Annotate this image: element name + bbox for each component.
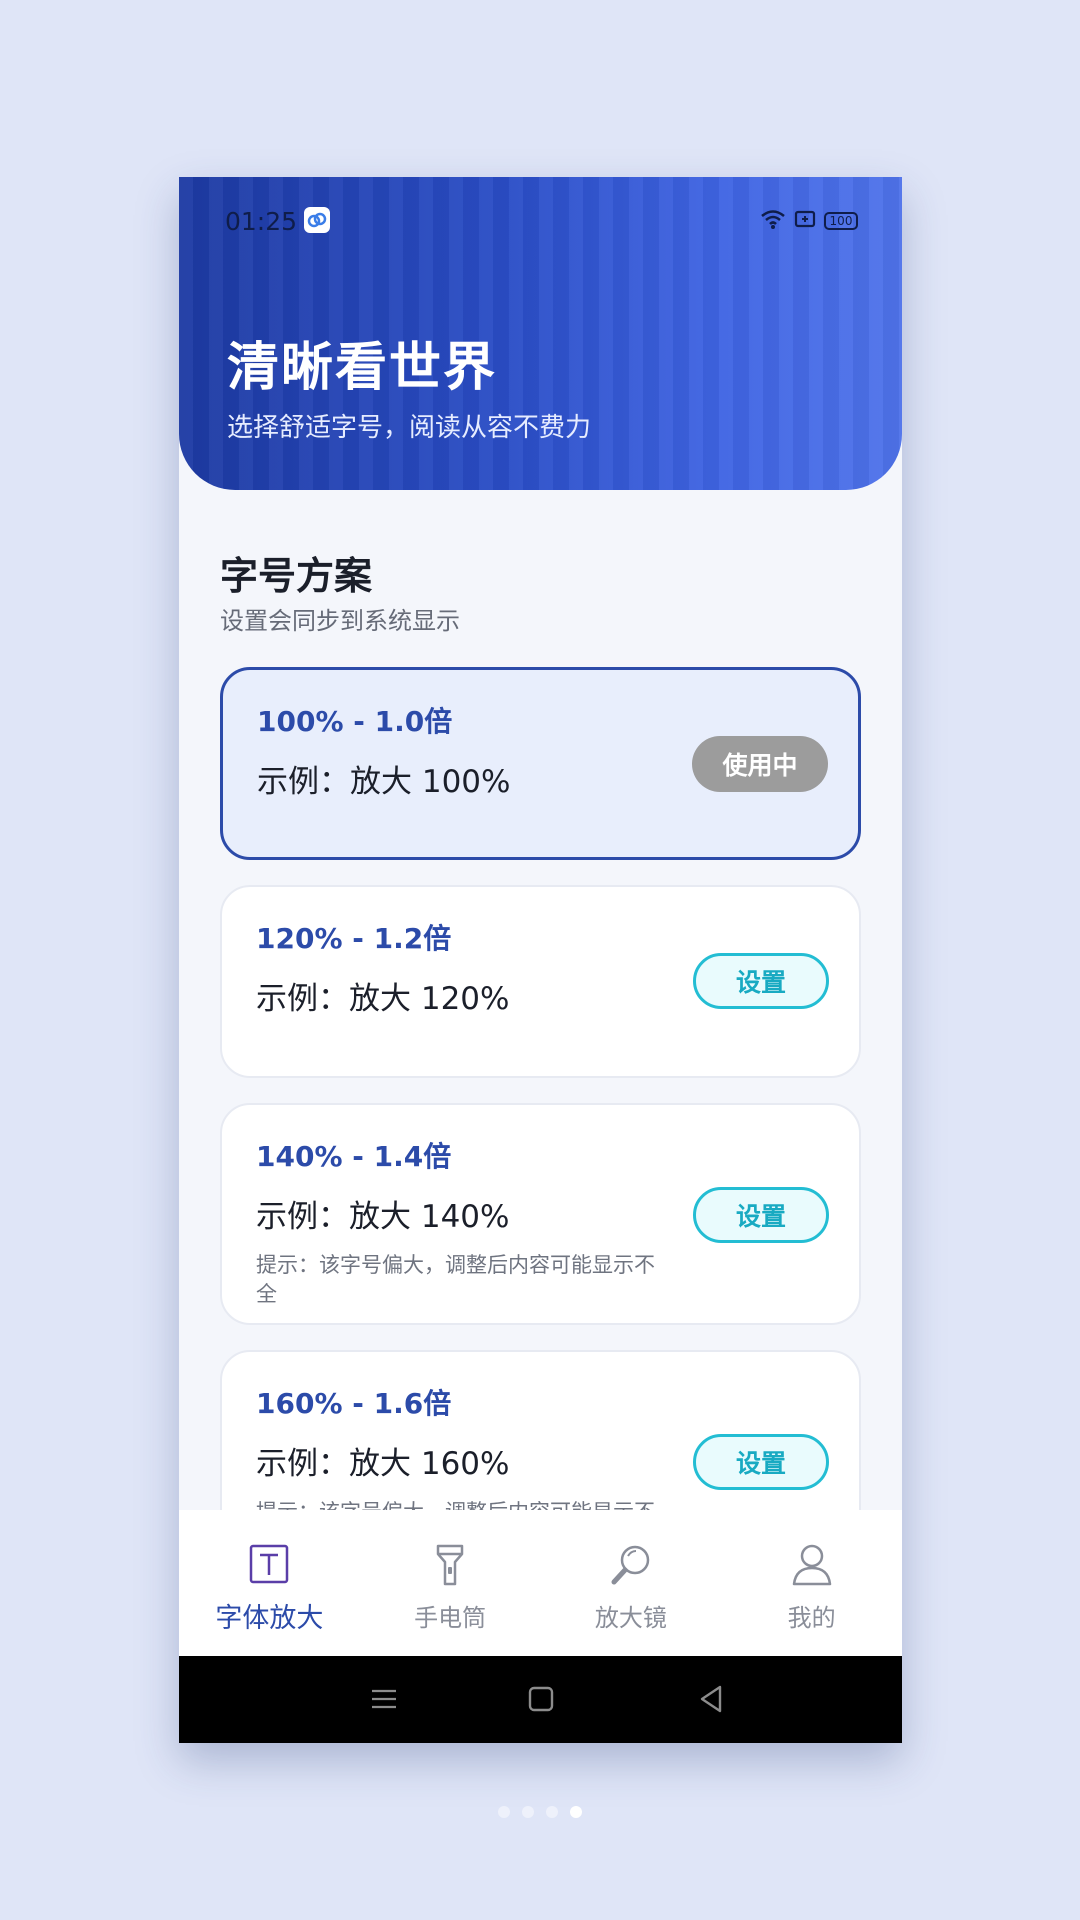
set-button[interactable]: 设置 (693, 1187, 829, 1243)
set-button[interactable]: 设置 (693, 953, 829, 1009)
tab-label: 放大镜 (594, 1604, 667, 1632)
section-title: 字号方案 (220, 554, 373, 598)
option-warning-tip: 提示：该字号偏大，调整后内容可能显示不全 (256, 1253, 655, 1306)
text-size-icon (245, 1540, 293, 1588)
page-dot-active[interactable] (570, 1806, 582, 1818)
status-icons: 100 (760, 209, 858, 233)
home-icon[interactable] (524, 1682, 558, 1716)
option-title: 100% - 1.0倍 (257, 705, 453, 738)
tab-label: 手电筒 (414, 1604, 487, 1632)
bottom-tab-bar: 字体放大 手电筒 放大镜 我的 (179, 1510, 902, 1656)
in-use-button[interactable]: 使用中 (692, 736, 828, 792)
magnifier-icon (607, 1540, 655, 1588)
font-option-card-120[interactable]: 120% - 1.2倍 示例：放大 120% 设置 (220, 885, 861, 1078)
page-dot[interactable] (522, 1806, 534, 1818)
back-icon[interactable] (694, 1682, 728, 1716)
wifi-icon (760, 208, 786, 234)
page-title: 清晰看世界 (227, 338, 498, 398)
tab-profile[interactable]: 我的 (721, 1510, 902, 1656)
status-bar: 01:25 100 (179, 177, 902, 265)
sim-card-icon (794, 209, 816, 233)
phone-screen: 01:25 100 清晰看世界 选择舒适字号，阅读从容不费力 字号方案 设置会同… (179, 177, 902, 1743)
tab-magnifier[interactable]: 放大镜 (541, 1510, 722, 1656)
option-example: 示例：放大 120% (256, 981, 510, 1017)
option-example: 示例：放大 160% (256, 1446, 510, 1482)
option-title: 120% - 1.2倍 (256, 922, 452, 955)
page-subtitle: 选择舒适字号，阅读从容不费力 (227, 413, 592, 443)
page-dot[interactable] (498, 1806, 510, 1818)
battery-icon: 100 (824, 212, 858, 230)
flashlight-icon (426, 1540, 474, 1588)
header-banner: 01:25 100 清晰看世界 选择舒适字号，阅读从容不费力 (179, 177, 902, 490)
tab-label: 我的 (787, 1604, 836, 1632)
system-nav-bar (179, 1656, 902, 1743)
status-time: 01:25 (225, 207, 298, 236)
section-subtitle: 设置会同步到系统显示 (220, 607, 460, 635)
tab-label: 字体放大 (215, 1603, 324, 1634)
option-example: 示例：放大 100% (257, 764, 511, 800)
cloud-app-icon (304, 207, 330, 233)
page-dot[interactable] (546, 1806, 558, 1818)
menu-icon[interactable] (367, 1682, 401, 1716)
set-button[interactable]: 设置 (693, 1434, 829, 1490)
page-indicator (0, 1806, 1080, 1818)
tab-font-enlarge[interactable]: 字体放大 (179, 1510, 360, 1656)
font-option-card-140[interactable]: 140% - 1.4倍 示例：放大 140% 提示：该字号偏大，调整后内容可能显… (220, 1103, 861, 1325)
font-option-card-100[interactable]: 100% - 1.0倍 示例：放大 100% 使用中 (220, 667, 861, 860)
option-example: 示例：放大 140% (256, 1199, 510, 1235)
profile-icon (788, 1540, 836, 1588)
option-title: 140% - 1.4倍 (256, 1140, 452, 1173)
tab-flashlight[interactable]: 手电筒 (360, 1510, 541, 1656)
option-title: 160% - 1.6倍 (256, 1387, 452, 1420)
